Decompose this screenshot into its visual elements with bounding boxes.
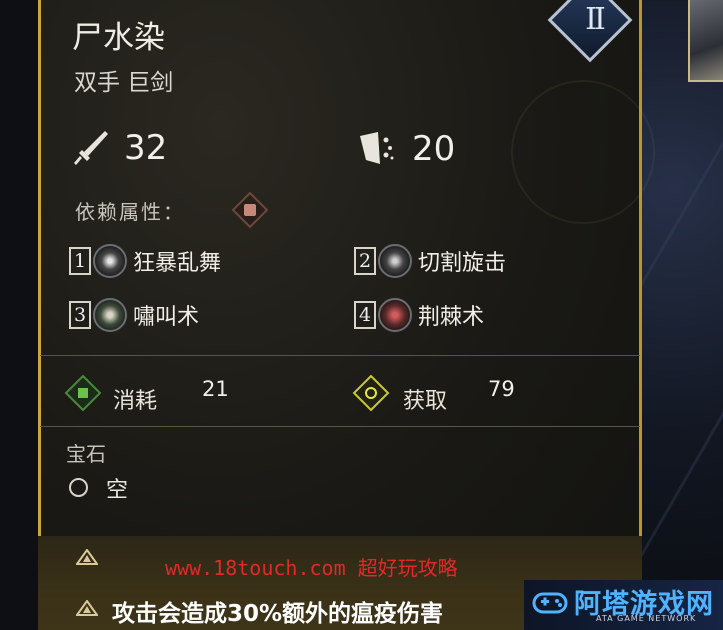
section-divider (40, 355, 640, 356)
sword-icon (74, 131, 108, 165)
consume-label: 消耗 (113, 389, 158, 414)
skill-name: 荆棘术 (418, 305, 485, 330)
skill-slot-number: 3 (69, 301, 91, 329)
skill-slot-1[interactable]: 1 狂暴乱舞 (69, 244, 221, 278)
shield-broken-icon (360, 132, 394, 164)
perk-bullet-icon (76, 549, 98, 565)
skill-slot-4[interactable]: 4 荆棘术 (354, 298, 484, 332)
site-watermark: www.18touch.com 超好玩攻略 (165, 556, 458, 580)
gain-value: 79 (488, 377, 515, 401)
skill-slot-3[interactable]: 3 嘯叫术 (69, 298, 199, 332)
skill-name: 切割旋击 (418, 251, 507, 276)
background-scene (595, 0, 723, 630)
skill-slot-number: 1 (69, 247, 91, 275)
consume-icon-glyph (78, 388, 88, 398)
requirement-label: 依赖属性： (75, 200, 185, 224)
damage-stat: 32 (72, 128, 167, 168)
damage-value: 32 (124, 128, 168, 168)
gain-label: 获取 (403, 389, 448, 414)
tier-badge-label: II (585, 2, 606, 37)
spin-slash-skill-icon (378, 244, 412, 278)
gamepad-logo-icon (532, 592, 568, 614)
item-name: 尸水染 (72, 20, 165, 56)
skill-slot-number: 2 (354, 247, 376, 275)
gem-slot-value: 空 (106, 478, 129, 503)
neighbor-item-thumbnail[interactable] (688, 0, 723, 82)
heart-shape (244, 204, 256, 216)
skill-slot-2[interactable]: 2 切割旋击 (354, 244, 506, 278)
panel-emblem-decoration (511, 80, 655, 224)
gain-icon-glyph (362, 384, 380, 402)
skill-name: 狂暴乱舞 (133, 251, 222, 276)
howl-skill-icon (93, 298, 127, 332)
skill-slot-number: 4 (354, 301, 376, 329)
berserk-skill-icon (93, 244, 127, 278)
thorns-skill-icon (378, 298, 412, 332)
gem-slot-icon[interactable] (69, 478, 88, 497)
item-type: 双手 巨剑 (74, 70, 174, 96)
consume-value: 21 (202, 377, 229, 401)
block-value: 20 (412, 129, 456, 169)
perk-bullet-icon (76, 600, 98, 616)
perk-description: 攻击会造成30%额外的瘟疫伤害 (112, 601, 444, 627)
gem-section-title: 宝石 (66, 442, 106, 466)
block-stat: 20 (356, 128, 455, 170)
skill-name: 嘯叫术 (133, 305, 200, 330)
section-divider (40, 426, 640, 427)
background-streak (630, 346, 723, 574)
brand-subtitle: ATA GAME NETWORK (596, 614, 697, 623)
